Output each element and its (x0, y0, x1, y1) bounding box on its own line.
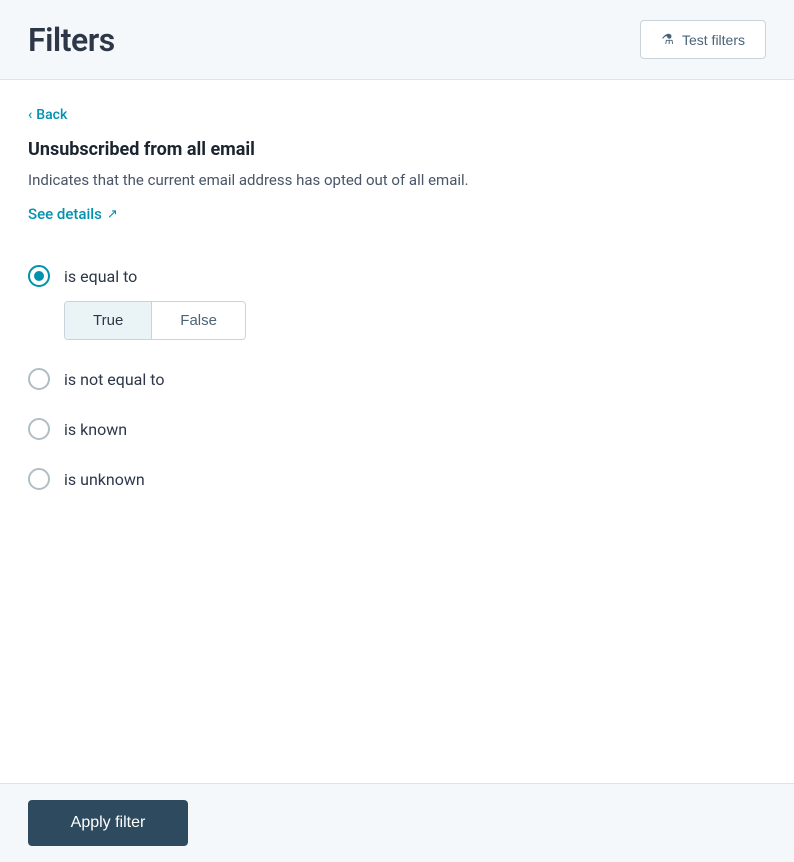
radio-is-not-equal-to[interactable] (28, 368, 50, 390)
test-filters-button[interactable]: ⚗ Test filters (640, 20, 766, 59)
filter-title: Unsubscribed from all email (28, 139, 766, 160)
filter-description: Indicates that the current email address… (28, 168, 766, 192)
radio-is-unknown[interactable] (28, 468, 50, 490)
option-is-unknown[interactable]: is unknown (28, 454, 766, 504)
apply-filter-section: Apply filter (0, 783, 794, 862)
toggle-false-label: False (180, 312, 217, 329)
back-label: Back (36, 107, 67, 123)
content-area: ‹ Back Unsubscribed from all email Indic… (0, 80, 794, 830)
page-title: Filters (28, 21, 115, 59)
option-is-not-equal-to[interactable]: is not equal to (28, 354, 766, 404)
radio-is-known[interactable] (28, 418, 50, 440)
toggle-group: True False (64, 301, 246, 340)
option-is-known[interactable]: is known (28, 404, 766, 454)
option-label-is-known: is known (64, 420, 127, 439)
see-details-label: See details (28, 205, 102, 223)
test-filters-label: Test filters (682, 32, 745, 48)
radio-is-equal-to[interactable] (28, 265, 50, 287)
flask-icon: ⚗ (661, 31, 674, 48)
see-details-link[interactable]: See details ↗ (28, 205, 118, 223)
toggle-false-button[interactable]: False (152, 302, 245, 339)
filter-options: is equal to True False is not equal to i… (28, 251, 766, 504)
toggle-true-button[interactable]: True (65, 302, 152, 339)
option-label-is-not-equal-to: is not equal to (64, 370, 164, 389)
option-label-is-unknown: is unknown (64, 470, 145, 489)
external-link-icon: ↗ (107, 207, 118, 222)
toggle-true-label: True (93, 312, 123, 329)
chevron-left-icon: ‹ (28, 107, 32, 123)
apply-filter-label: Apply filter (71, 814, 146, 831)
back-link[interactable]: ‹ Back (28, 107, 67, 123)
apply-filter-button[interactable]: Apply filter (28, 800, 188, 846)
option-label-is-equal-to: is equal to (64, 267, 137, 286)
header: Filters ⚗ Test filters (0, 0, 794, 80)
option-is-equal-to[interactable]: is equal to (28, 251, 766, 301)
